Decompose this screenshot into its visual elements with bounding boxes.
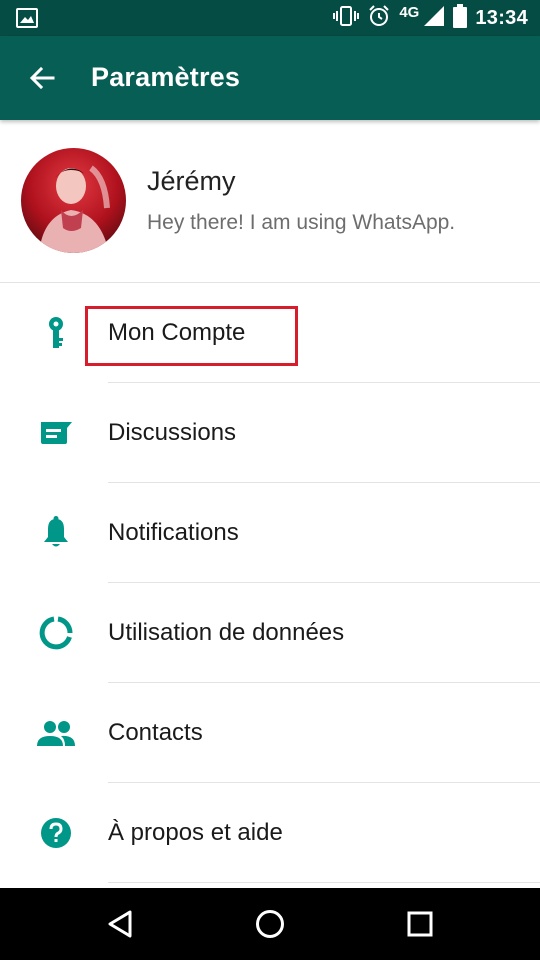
settings-item-label: À propos et aide — [108, 819, 283, 846]
settings-item-a-propos-et-aide[interactable]: À propos et aide — [0, 783, 540, 883]
settings-item-discussions[interactable]: Discussions — [0, 383, 540, 483]
divider — [108, 882, 540, 883]
settings-item-label: Utilisation de données — [108, 619, 345, 646]
back-triangle-icon — [108, 910, 132, 938]
recents-square-icon — [407, 911, 433, 937]
contacts-icon — [34, 713, 78, 753]
settings-item-label: Contacts — [108, 719, 203, 746]
settings-item-label: Mon Compte — [108, 319, 246, 346]
bell-icon — [34, 513, 78, 553]
settings-item-notifications[interactable]: Notifications — [0, 483, 540, 583]
image-icon — [16, 8, 38, 33]
app-bar: Paramètres — [0, 36, 540, 120]
key-icon — [34, 313, 78, 353]
nav-recents-button[interactable] — [390, 904, 450, 944]
arrow-back-icon — [29, 66, 55, 90]
settings-item-contacts[interactable]: Contacts — [0, 683, 540, 783]
settings-item-label: Notifications — [108, 519, 239, 546]
data-usage-icon — [34, 613, 78, 653]
status-bar: 4G 13:34 — [0, 0, 540, 36]
vibrate-icon — [333, 5, 360, 32]
back-button[interactable] — [20, 56, 64, 100]
settings-list: Mon Compte Discussions Notifications Uti… — [0, 283, 540, 883]
signal-icon — [423, 5, 445, 32]
alarm-icon — [367, 4, 391, 33]
settings-item-mon-compte[interactable]: Mon Compte — [0, 283, 540, 383]
status-time: 13:34 — [475, 6, 528, 29]
settings-item-label: Discussions — [108, 419, 237, 446]
profile-status: Hey there! I am using WhatsApp. — [147, 211, 456, 234]
profile-row[interactable]: Jérémy Hey there! I am using WhatsApp. — [0, 120, 540, 283]
avatar[interactable] — [21, 148, 126, 253]
profile-name: Jérémy — [147, 166, 236, 196]
settings-item-utilisation-de-donnees[interactable]: Utilisation de données — [0, 583, 540, 683]
nav-home-button[interactable] — [240, 904, 300, 944]
home-circle-icon — [256, 910, 284, 938]
battery-icon — [453, 3, 468, 33]
chat-icon — [34, 413, 78, 453]
page-title: Paramètres — [91, 62, 241, 92]
navigation-bar — [0, 888, 540, 960]
network-type: 4G — [399, 3, 420, 21]
help-icon — [34, 813, 78, 853]
nav-back-button[interactable] — [90, 904, 150, 944]
